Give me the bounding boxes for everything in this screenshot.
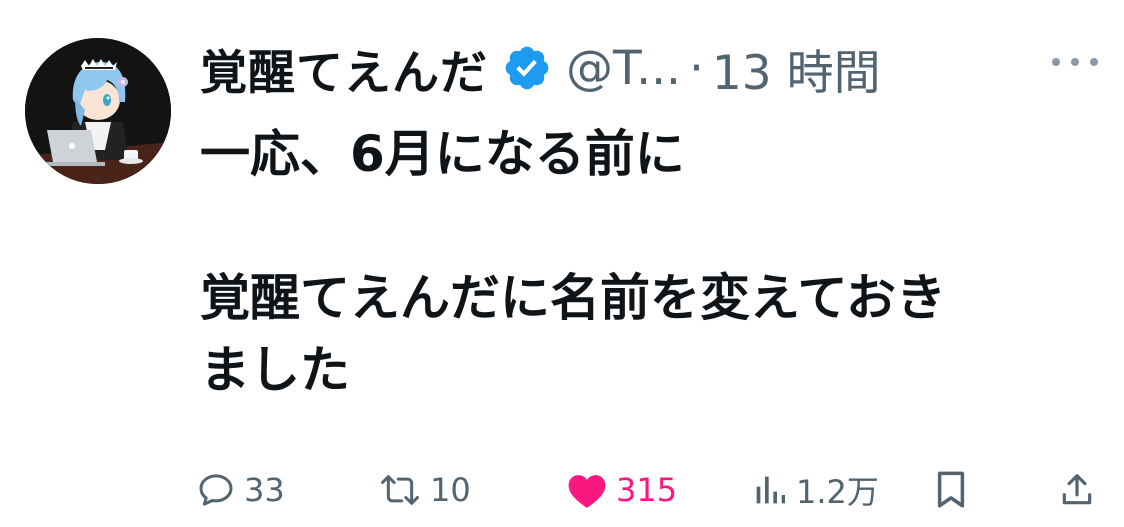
display-name[interactable]: 覚醒てえんだ <box>200 34 488 103</box>
share-icon <box>1058 470 1096 510</box>
tweet-text: 一応、6月になる前に 覚醒てえんだに名前を変えておき ました <box>200 118 1100 406</box>
analytics-icon <box>752 470 788 510</box>
retweet-button[interactable]: 10 <box>378 462 471 518</box>
retweet-count: 10 <box>430 471 471 509</box>
share-button[interactable] <box>1058 462 1096 518</box>
like-button[interactable]: 315 <box>566 462 677 518</box>
tweet-text-line: ました <box>200 341 350 399</box>
action-bar: 33 10 315 1.2万 <box>196 462 1104 518</box>
retweet-icon <box>378 470 422 510</box>
heart-icon <box>566 470 608 510</box>
reply-button[interactable]: 33 <box>196 462 285 518</box>
user-handle[interactable]: @T... <box>566 41 681 96</box>
separator-dot: · <box>688 40 704 96</box>
tweet-header: 覚醒てえんだ @T... · 13 時間 <box>200 28 881 108</box>
tweet-text-line: 覚醒てえんだに名前を変えておき <box>200 269 946 327</box>
more-dot <box>1090 58 1098 66</box>
like-count: 315 <box>616 471 678 509</box>
reply-icon <box>196 470 236 510</box>
tweet[interactable]: 覚醒てえんだ @T... · 13 時間 一応、6月になる前に 覚醒てえんだに名… <box>0 0 1124 527</box>
verified-badge-icon[interactable] <box>502 43 552 93</box>
timestamp[interactable]: 13 時間 <box>712 34 881 103</box>
tweet-text-line: 一応、6月になる前に <box>200 125 685 183</box>
more-dot <box>1052 58 1060 66</box>
more-dot <box>1071 58 1079 66</box>
views-button[interactable]: 1.2万 <box>752 462 879 518</box>
avatar[interactable] <box>25 38 171 184</box>
views-count: 1.2万 <box>796 473 879 511</box>
bookmark-icon <box>934 469 968 511</box>
bookmark-button[interactable] <box>934 462 968 518</box>
more-icon[interactable] <box>1052 52 1098 72</box>
reply-count: 33 <box>244 471 285 509</box>
